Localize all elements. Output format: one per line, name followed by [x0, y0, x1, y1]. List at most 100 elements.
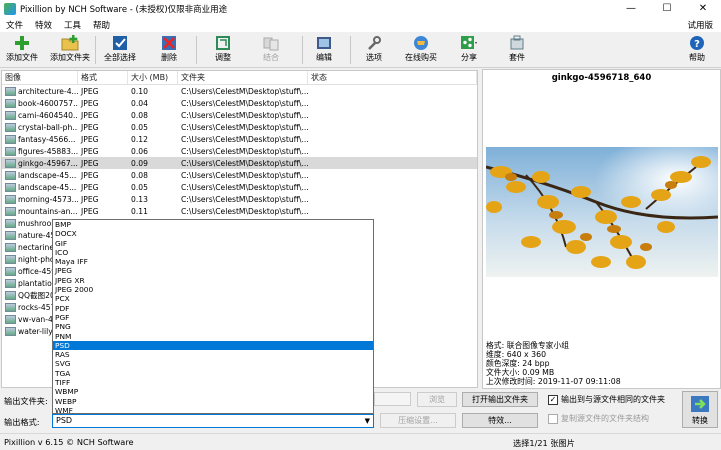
table-row[interactable]: figures-45883... JPEG 0.06 C:\Users\CelestM…	[2, 145, 477, 157]
svg-text:?: ?	[694, 39, 700, 50]
close-button[interactable]: ✕	[685, 0, 721, 17]
copy-structure-checkbox[interactable]: 复制源文件的文件夹结构	[548, 413, 649, 424]
dropdown-option[interactable]: JPEG XR	[53, 276, 373, 285]
table-row[interactable]: architecture-4... JPEG 0.10 C:\Users\Celest…	[2, 85, 477, 97]
window-title: Pixillion by NCH Software - (未授权)仅限非商业用途	[20, 4, 228, 15]
dropdown-option[interactable]: PCX	[53, 294, 373, 303]
maximize-button[interactable]: ☐	[649, 0, 685, 17]
dropdown-option[interactable]: TGA	[53, 369, 373, 378]
dropdown-option[interactable]: Maya IFF	[53, 257, 373, 266]
dropdown-option[interactable]: SVG	[53, 359, 373, 368]
table-row[interactable]: ginkgo-45967... JPEG 0.09 C:\Users\CelestM\…	[2, 157, 477, 169]
cell-size: 0.10	[131, 86, 148, 96]
table-row[interactable]: morning-4573... JPEG 0.13 C:\Users\CelestM\…	[2, 193, 477, 205]
output-format-select[interactable]: PSD ▼	[52, 414, 374, 428]
share-icon	[460, 34, 478, 51]
resize-icon	[214, 34, 232, 51]
options-button[interactable]: 选项	[365, 34, 383, 66]
image-thumbnail-icon	[5, 146, 16, 156]
dropdown-option[interactable]: PGF	[53, 313, 373, 322]
cell-name: fantasy-4566...	[2, 134, 78, 144]
cell-format: JPEG	[81, 182, 99, 192]
output-format-value: PSD	[56, 416, 73, 425]
same-folder-checkbox[interactable]: ✓ 输出到与源文件相同的文件夹	[548, 394, 665, 405]
dropdown-option[interactable]: DOCX	[53, 229, 373, 238]
compression-settings-button[interactable]: 压缩设置...	[380, 413, 456, 428]
menu-effects[interactable]: 特效	[29, 19, 58, 31]
output-folder-label: 输出文件夹:	[4, 396, 48, 406]
edit-icon	[315, 34, 333, 51]
dropdown-option[interactable]: PDF	[53, 304, 373, 313]
suite-button[interactable]: 套件	[508, 34, 526, 66]
dropdown-option[interactable]: RAS	[53, 350, 373, 359]
menu-file[interactable]: 文件	[0, 19, 29, 31]
col-format[interactable]: 格式	[78, 71, 128, 84]
add-file-button[interactable]: 添加文件	[6, 34, 38, 66]
help-button[interactable]: ? 帮助	[688, 34, 706, 66]
options-label: 选项	[366, 53, 382, 62]
dropdown-option[interactable]: PNG	[53, 322, 373, 331]
effects-button[interactable]: 特效...	[462, 413, 538, 428]
image-thumbnail-icon	[5, 326, 16, 336]
help-label: 帮助	[689, 53, 705, 62]
menu-tools[interactable]: 工具	[58, 19, 87, 31]
image-info: 格式: 联合图像专家小组 维度: 640 x 360 颜色深度: 24 bpp …	[486, 341, 621, 386]
browse-button[interactable]: 浏览	[417, 392, 457, 407]
table-row[interactable]: fantasy-4566... JPEG 0.12 C:\Users\CelestM\…	[2, 133, 477, 145]
cell-name: landscape-45...	[2, 170, 78, 180]
dropdown-option[interactable]: TIFF	[53, 378, 373, 387]
cell-format: JPEG	[81, 98, 99, 108]
dropdown-option[interactable]: BMP	[53, 220, 373, 229]
buy-online-label: 在线购买	[405, 53, 437, 62]
info-color-depth: 颜色深度: 24 bpp	[486, 359, 550, 368]
cell-size: 0.05	[131, 122, 148, 132]
table-row[interactable]: crystal-ball-ph... JPEG 0.05 C:\Users\Celes…	[2, 121, 477, 133]
convert-icon	[690, 395, 710, 415]
help-icon: ?	[688, 34, 706, 51]
dropdown-option[interactable]: ICO	[53, 248, 373, 257]
open-output-folder-button[interactable]: 打开输出文件夹	[462, 392, 538, 407]
combine-button[interactable]: 结合	[262, 34, 280, 66]
resize-button[interactable]: 调整	[214, 34, 232, 66]
menu-help[interactable]: 帮助	[87, 19, 116, 31]
status-version: Pixillion v 6.15 © NCH Software	[4, 437, 134, 447]
cell-size: 0.04	[131, 98, 148, 108]
dropdown-option[interactable]: JPEG	[53, 266, 373, 275]
table-row[interactable]: mountains-an... JPEG 0.11 C:\Users\CelestM\…	[2, 205, 477, 217]
table-row[interactable]: cami-4604540... JPEG 0.08 C:\Users\CelestM\…	[2, 109, 477, 121]
dropdown-option[interactable]: PNM	[53, 332, 373, 341]
dropdown-option[interactable]: PSD	[53, 340, 373, 351]
add-folder-button[interactable]: 添加文件夹	[50, 34, 90, 66]
buy-online-button[interactable]: 在线购买	[405, 34, 437, 66]
cell-name: morning-4573...	[2, 194, 78, 204]
dropdown-option[interactable]: WMF	[53, 406, 373, 415]
image-thumbnail-icon	[5, 98, 16, 108]
cell-format: JPEG	[81, 194, 99, 204]
dropdown-option[interactable]: WEBP	[53, 397, 373, 406]
table-row[interactable]: landscape-45... JPEG 0.08 C:\Users\CelestM\…	[2, 169, 477, 181]
dropdown-option[interactable]: WBMP	[53, 387, 373, 396]
add-folder-label: 添加文件夹	[50, 53, 90, 62]
edit-button[interactable]: 编辑	[315, 34, 333, 66]
cell-size: 0.08	[131, 110, 148, 120]
trial-label: 试用版	[687, 20, 713, 31]
select-all-button[interactable]: 全部选择	[104, 34, 136, 66]
share-button[interactable]: 分享	[460, 34, 478, 66]
cell-name: book-4600757...	[2, 98, 78, 108]
output-folder-field[interactable]	[374, 392, 411, 406]
convert-button[interactable]: 转换	[682, 391, 718, 428]
dropdown-option[interactable]: JPEG 2000	[53, 285, 373, 294]
dropdown-option[interactable]: GIF	[53, 239, 373, 248]
col-size[interactable]: 大小 (MB)	[128, 71, 178, 84]
image-thumbnail-icon	[5, 182, 16, 192]
delete-button[interactable]: 删除	[160, 34, 178, 66]
minimize-button[interactable]: —	[613, 0, 649, 17]
col-image[interactable]: 图像	[2, 71, 78, 84]
table-row[interactable]: landscape-45... JPEG 0.05 C:\Users\CelestM\…	[2, 181, 477, 193]
col-status[interactable]: 状态	[308, 71, 477, 84]
cell-name: cami-4604540...	[2, 110, 78, 120]
col-folder[interactable]: 文件夹	[178, 71, 308, 84]
table-row[interactable]: book-4600757... JPEG 0.04 C:\Users\CelestM\…	[2, 97, 477, 109]
image-thumbnail-icon	[5, 278, 16, 288]
cell-size: 0.08	[131, 170, 148, 180]
